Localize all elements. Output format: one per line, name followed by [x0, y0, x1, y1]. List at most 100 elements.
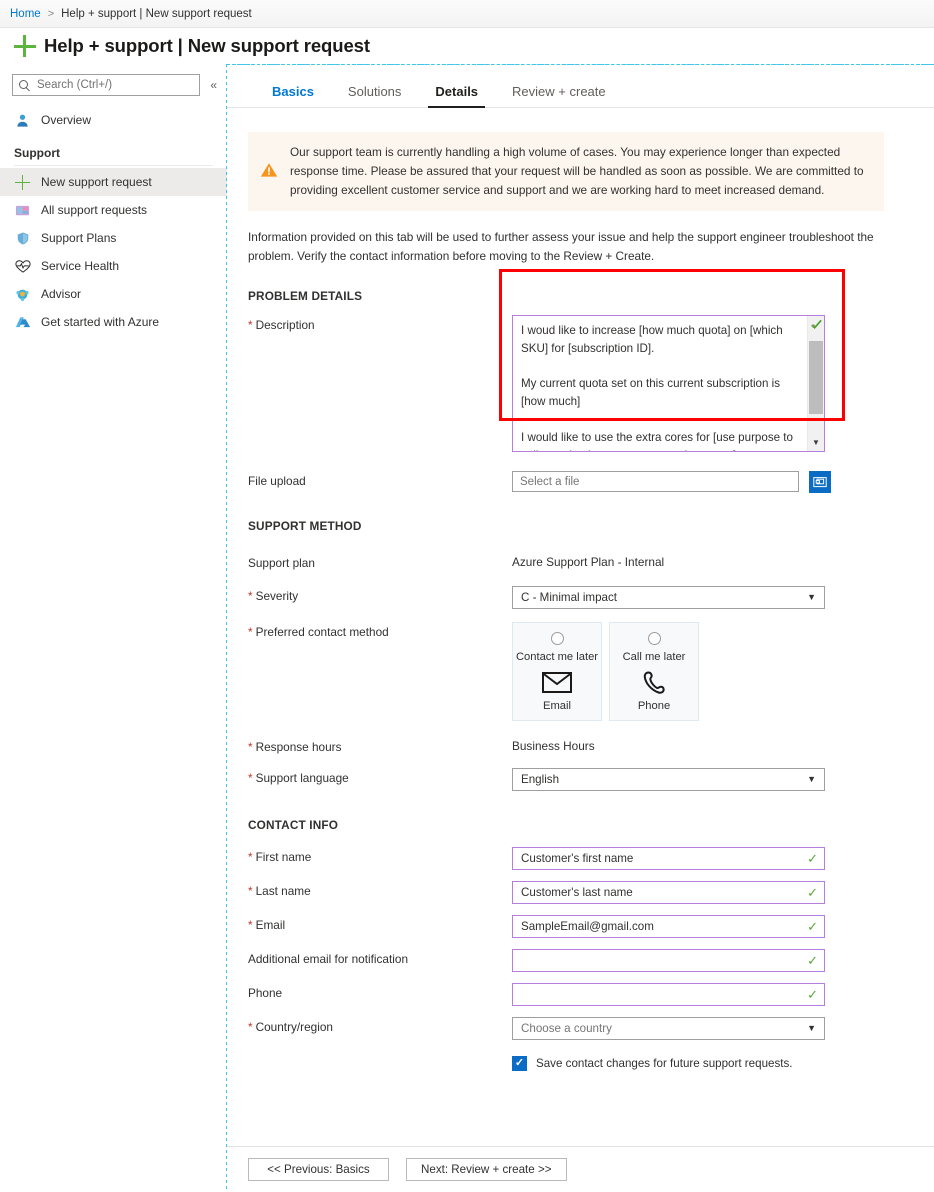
- email-input[interactable]: SampleEmail@gmail.com ✓: [512, 914, 825, 938]
- additional-email-field: ✓: [512, 948, 934, 972]
- required-asterisk: *: [248, 770, 253, 785]
- first-name-label: * First name: [248, 849, 312, 864]
- tab-solutions[interactable]: Solutions: [331, 85, 418, 107]
- person-icon: [14, 112, 31, 129]
- search-icon: [19, 79, 30, 91]
- banner-text: Our support team is currently handling a…: [290, 145, 864, 198]
- valid-check-icon: ✓: [807, 850, 818, 866]
- additional-email-input[interactable]: ✓: [512, 948, 825, 972]
- section-contact-info: CONTACT INFO: [248, 817, 339, 832]
- phone-icon: [641, 669, 667, 697]
- warning-icon: [260, 162, 278, 181]
- intro-text: Information provided on this tab will be…: [248, 230, 874, 264]
- sidebar-item-get-started-with-azure[interactable]: Get started with Azure: [0, 308, 227, 336]
- previous-basics-button[interactable]: << Previous: Basics: [248, 1158, 389, 1181]
- additional-email-label: Additional email for notification: [248, 951, 409, 966]
- row-support-language: * Support language English ▼: [248, 767, 934, 791]
- plus-icon: [14, 174, 31, 191]
- tab-details[interactable]: Details: [418, 85, 495, 109]
- description-textarea[interactable]: I woud like to increase [how much quota]…: [512, 314, 825, 452]
- support-plan-label: Support plan: [248, 555, 315, 570]
- body: « Overview Support New suppor: [0, 64, 934, 1192]
- country-region-label: * Country/region: [248, 1019, 333, 1034]
- required-asterisk: *: [248, 317, 253, 332]
- breadcrumb: Home > Help + support | New support requ…: [0, 0, 934, 28]
- scrollbar-thumb[interactable]: [809, 340, 823, 414]
- sidebar-item-all-support-requests[interactable]: All support requests: [0, 196, 227, 224]
- file-upload-field: Select a file: [512, 470, 934, 493]
- sidebar-item-label: Get started with Azure: [41, 315, 160, 329]
- heart-pulse-icon: [14, 258, 31, 275]
- description-scrollbar[interactable]: ▼: [807, 315, 824, 451]
- first-name-input[interactable]: Customer's first name ✓: [512, 846, 825, 870]
- sidebar-item-label: All support requests: [41, 203, 148, 217]
- required-asterisk: *: [248, 739, 253, 754]
- severity-field: C - Minimal impact ▼: [512, 585, 934, 609]
- sidebar-item-service-health[interactable]: Service Health: [0, 252, 227, 280]
- valid-check-icon: ✓: [807, 952, 818, 968]
- sidebar-item-label: Service Health: [41, 259, 120, 273]
- valid-check-icon: ✓: [807, 918, 818, 934]
- row-support-plan: Support plan Azure Support Plan - Intern…: [248, 553, 934, 570]
- folder-upload-icon[interactable]: [809, 470, 831, 493]
- contact-method-card-email[interactable]: Contact me later Email: [512, 621, 602, 721]
- collapse-sidebar-icon[interactable]: «: [208, 78, 219, 92]
- app-window: Home > Help + support | New support requ…: [0, 0, 934, 1192]
- file-upload-label: File upload: [248, 473, 306, 488]
- country-region-select[interactable]: Choose a country ▼: [512, 1016, 825, 1040]
- last-name-field: Customer's last name ✓: [512, 880, 934, 904]
- country-region-field: Choose a country ▼: [512, 1016, 934, 1040]
- required-asterisk: *: [248, 883, 253, 898]
- section-problem-details: PROBLEM DETAILS: [248, 288, 363, 303]
- page-title: Help + support | New support request: [44, 35, 370, 56]
- phone-label: Phone: [248, 985, 283, 1000]
- sidebar-item-label: Support Plans: [41, 231, 117, 245]
- radio-icon[interactable]: [647, 631, 661, 645]
- row-last-name: * Last name Customer's last name ✓: [248, 880, 934, 904]
- first-name-field: Customer's first name ✓: [512, 846, 934, 870]
- save-contact-checkbox[interactable]: ✓: [512, 1055, 527, 1071]
- sidebar-item-overview[interactable]: Overview: [0, 106, 227, 134]
- required-asterisk: *: [248, 849, 253, 864]
- chevron-down-icon: ▼: [807, 592, 816, 603]
- wizard-footer: << Previous: Basics Next: Review + creat…: [227, 1146, 934, 1192]
- radio-icon[interactable]: [550, 631, 564, 645]
- country-region-value: Choose a country: [521, 1021, 612, 1035]
- details-form: * Description I woud like to increase [ho…: [248, 314, 934, 1071]
- row-first-name: * First name Customer's first name ✓: [248, 846, 934, 870]
- tab-basics[interactable]: Basics: [255, 85, 331, 107]
- row-description: * Description I woud like to increase [ho…: [248, 314, 934, 452]
- breadcrumb-current: Help + support | New support request: [61, 7, 252, 20]
- spellcheck-icon: [810, 318, 823, 331]
- chevron-down-icon: ▼: [807, 774, 816, 785]
- row-phone: Phone ✓: [248, 982, 934, 1006]
- required-asterisk: *: [248, 1019, 253, 1034]
- chevron-down-icon[interactable]: ▼: [808, 438, 824, 447]
- response-hours-value: Business Hours: [512, 738, 595, 753]
- breadcrumb-home-link[interactable]: Home: [10, 8, 41, 20]
- requests-icon: [14, 202, 31, 219]
- sidebar-item-advisor[interactable]: Advisor: [0, 280, 227, 308]
- phone-input[interactable]: ✓: [512, 982, 825, 1006]
- sidebar-item-new-support-request[interactable]: New support request: [0, 168, 227, 196]
- tab-review-create[interactable]: Review + create: [495, 85, 623, 107]
- last-name-input[interactable]: Customer's last name ✓: [512, 880, 825, 904]
- shield-icon: [14, 230, 31, 247]
- save-contact-label: Save contact changes for future support …: [536, 1056, 793, 1070]
- severity-select[interactable]: C - Minimal impact ▼: [512, 585, 825, 609]
- sidebar-nav: Overview Support New support request All…: [0, 106, 227, 336]
- sidebar-item-label: Overview: [41, 113, 92, 127]
- contact-method-cards: Contact me later Email Call me later Pho…: [512, 621, 934, 721]
- support-language-select[interactable]: English ▼: [512, 767, 825, 791]
- email-label: * Email: [248, 917, 286, 932]
- sidebar-search-row: «: [0, 74, 227, 96]
- file-upload-input[interactable]: Select a file: [512, 471, 799, 493]
- contact-method-card-phone[interactable]: Call me later Phone: [609, 621, 699, 721]
- required-asterisk: *: [248, 624, 253, 639]
- sidebar-item-support-plans[interactable]: Support Plans: [0, 224, 227, 252]
- card-top-label: Call me later: [622, 650, 686, 663]
- page-header: Help + support | New support request: [0, 28, 934, 64]
- search-box[interactable]: [12, 74, 201, 96]
- next-review-create-button[interactable]: Next: Review + create >>: [406, 1158, 567, 1181]
- search-input[interactable]: [37, 79, 194, 91]
